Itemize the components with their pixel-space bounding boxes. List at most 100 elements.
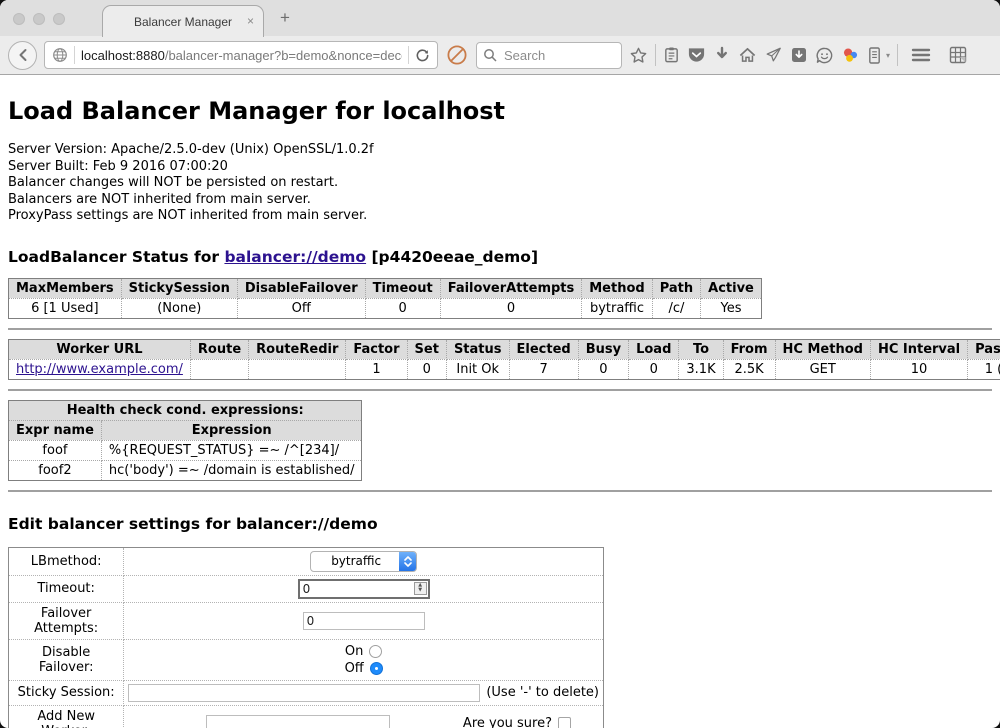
balancer-demo-link[interactable]: balancer://demo [224, 248, 366, 266]
inherit-notice-line: Balancers are NOT inherited from main se… [8, 192, 992, 209]
search-bar[interactable] [476, 42, 622, 69]
tab-balancer-manager[interactable]: Balancer Manager × [102, 5, 264, 37]
form-row-add-worker: Add New Worker: Are you sure? [9, 705, 604, 728]
col-passes: Passes [968, 339, 1000, 359]
window-controls[interactable] [13, 13, 65, 25]
cell-hc-interval: 10 [870, 359, 967, 379]
cell-expression: hc('body') =~ /domain is established/ [101, 460, 362, 480]
cell-routeredir [249, 359, 346, 379]
failover-attempts-label: Failover Attempts: [9, 602, 124, 639]
worker-url-link[interactable]: http://www.example.com/ [16, 362, 183, 377]
toolbar-separator [655, 44, 656, 66]
notes-extension-icon[interactable] [867, 46, 882, 65]
col-from: From [723, 339, 775, 359]
are-you-sure-checkbox[interactable] [558, 717, 571, 728]
col-elected: Elected [509, 339, 578, 359]
col-to: To [679, 339, 723, 359]
form-row-sticky-session: Sticky Session: (Use '-' to delete) [9, 680, 604, 705]
cell-status: Init Ok [446, 359, 509, 379]
cell-worker-url: http://www.example.com/ [9, 359, 191, 379]
select-stepper-icon [399, 552, 416, 571]
edit-balancer-form: LBmethod: bytraffic Timeout: [8, 547, 604, 728]
server-info: Server Version: Apache/2.5.0-dev (Unix) … [8, 142, 992, 225]
cell-set: 0 [407, 359, 446, 379]
downloads-icon[interactable] [713, 46, 731, 64]
back-button[interactable] [8, 41, 37, 70]
cell-load: 0 [629, 359, 679, 379]
disable-failover-off-radio[interactable] [370, 662, 383, 675]
url-text[interactable]: localhost:8880/balancer-manager?b=demo&n… [81, 48, 402, 63]
url-separator [408, 46, 409, 64]
col-failoverattempts: FailoverAttempts [440, 278, 582, 298]
cell-factor: 1 [346, 359, 407, 379]
minimize-window-button[interactable] [33, 13, 45, 25]
col-factor: Factor [346, 339, 407, 359]
col-maxmembers: MaxMembers [9, 278, 122, 298]
url-path: /balancer-manager?b=demo&nonce=decc37be-… [165, 48, 402, 63]
col-method: Method [582, 278, 652, 298]
number-spinner-icon[interactable]: ▲▼ [414, 582, 427, 595]
proxypass-notice-line: ProxyPass settings are NOT inherited fro… [8, 208, 992, 225]
chevron-down-icon[interactable]: ▾ [886, 51, 890, 60]
col-active: Active [701, 278, 762, 298]
forum-smiley-icon[interactable] [815, 46, 834, 65]
url-separator [74, 46, 75, 64]
are-you-sure-label: Are you sure? [463, 716, 552, 728]
tracking-blocked-icon[interactable] [445, 43, 469, 67]
table-grid-extension-icon[interactable] [948, 45, 968, 65]
site-identity-globe-icon[interactable] [52, 47, 68, 63]
bookmark-star-icon[interactable] [629, 46, 648, 65]
home-icon[interactable] [738, 46, 757, 64]
col-set: Set [407, 339, 446, 359]
pocket-icon[interactable] [687, 46, 706, 64]
col-path: Path [652, 278, 700, 298]
table-row: 6 [1 Used] (None) Off 0 0 bytraffic /c/ … [9, 298, 762, 318]
disable-failover-on-radio[interactable] [369, 645, 382, 658]
table-header-row: MaxMembers StickySession DisableFailover… [9, 278, 762, 298]
cell-to: 3.1K [679, 359, 723, 379]
col-worker-url: Worker URL [9, 339, 191, 359]
colored-dots-extension-icon[interactable] [841, 46, 860, 65]
radio-on-label: On [345, 643, 363, 660]
cell-from: 2.5K [723, 359, 775, 379]
table-row: foof2 hc('body') =~ /domain is establish… [9, 460, 362, 480]
lbmethod-select[interactable]: bytraffic [310, 551, 417, 572]
server-built-line: Server Built: Feb 9 2016 07:00:20 [8, 159, 992, 176]
toolbar-separator [897, 44, 898, 66]
close-window-button[interactable] [13, 13, 25, 25]
radio-off-label: Off [345, 660, 364, 677]
col-disablefailover: DisableFailover [237, 278, 365, 298]
browser-window: Balancer Manager × + localhost:8880/bala… [0, 0, 1000, 728]
tab-title: Balancer Manager [134, 15, 232, 29]
tab-strip: Balancer Manager × + [0, 0, 1000, 36]
zoom-window-button[interactable] [53, 13, 65, 25]
cell-failoverattempts: 0 [440, 298, 582, 318]
cell-hc-method: GET [775, 359, 870, 379]
col-timeout: Timeout [365, 278, 440, 298]
save-to-device-icon[interactable] [790, 46, 808, 64]
col-expression: Expression [101, 420, 362, 440]
col-route: Route [190, 339, 248, 359]
lbmethod-selected-value: bytraffic [311, 554, 399, 568]
col-status: Status [446, 339, 509, 359]
timeout-input[interactable] [298, 579, 430, 599]
send-tab-icon[interactable] [764, 46, 783, 64]
sticky-session-input[interactable] [128, 684, 480, 702]
reload-icon[interactable] [415, 48, 430, 63]
worker-table: Worker URL Route RouteRedir Factor Set S… [8, 339, 1000, 380]
col-stickysession: StickySession [121, 278, 237, 298]
divider [8, 328, 992, 330]
menu-hamburger-icon[interactable] [911, 47, 931, 63]
cell-stickysession: (None) [121, 298, 237, 318]
cell-path: /c/ [652, 298, 700, 318]
search-input[interactable] [502, 47, 615, 64]
new-tab-button[interactable]: + [280, 8, 290, 28]
cell-expr-name: foof2 [9, 460, 102, 480]
cell-maxmembers: 6 [1 Used] [9, 298, 122, 318]
add-new-worker-input[interactable] [206, 715, 390, 728]
url-bar[interactable]: localhost:8880/balancer-manager?b=demo&n… [44, 41, 438, 69]
reading-list-icon[interactable] [663, 46, 680, 64]
failover-attempts-input[interactable] [303, 612, 425, 630]
tab-close-icon[interactable]: × [247, 14, 254, 28]
lbmethod-label: LBmethod: [9, 547, 124, 575]
